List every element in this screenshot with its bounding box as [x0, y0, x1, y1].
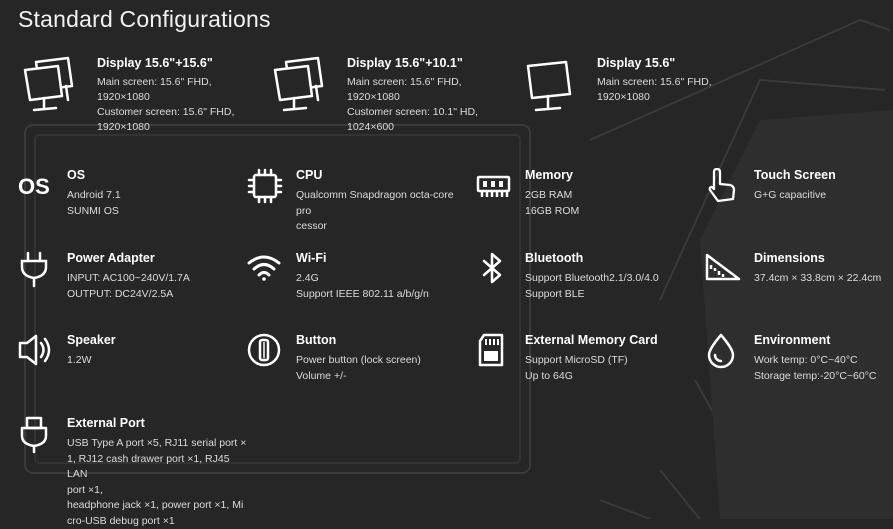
spec-title: Power Adapter — [67, 251, 190, 265]
spec-detail: Up to 64G — [525, 369, 658, 385]
dimensions-icon — [705, 251, 743, 289]
display-detail: Main screen: 15.6" FHD, — [597, 75, 767, 90]
spec-title: Bluetooth — [525, 251, 659, 265]
spec-title: External Memory Card — [525, 333, 658, 347]
spec-title: OS — [67, 168, 121, 182]
spec-detail: OUTPUT: DC24V/2.5A — [67, 287, 190, 303]
spec-detail: 16GB ROM — [525, 204, 579, 220]
spec-detail: headphone jack ×1, power port ×1, Mi — [67, 498, 247, 514]
spec-detail: Android 7.1 — [67, 188, 121, 204]
memory-icon — [476, 168, 514, 206]
cpu-icon — [247, 168, 285, 206]
monitor-icon — [522, 56, 580, 116]
os-icon: OS — [18, 168, 56, 206]
spec-detail: 1, RJ12 cash drawer port ×1, RJ45 LAN — [67, 452, 247, 483]
speaker-icon — [18, 333, 56, 371]
spec-title: CPU — [296, 168, 457, 182]
spec-detail: 2.4G — [296, 271, 429, 287]
spec-detail: G+G capacitive — [754, 188, 836, 204]
dual-monitor-icon — [22, 56, 80, 116]
touch-hand-icon — [705, 168, 743, 206]
spec-detail: Volume +/- — [296, 369, 421, 385]
spec-title: Button — [296, 333, 421, 347]
spec-detail: Storage temp:-20°C~60°C — [754, 369, 877, 385]
display-detail: Main screen: 15.6" FHD, — [347, 75, 517, 90]
spec-detail: 2GB RAM — [525, 188, 579, 204]
spec-detail: INPUT: AC100~240V/1.7A — [67, 271, 190, 287]
display-detail: 1920×1080 — [597, 90, 767, 105]
spec-detail: cro-USB debug port ×1 — [67, 514, 247, 529]
spec-detail: Power button (lock screen) — [296, 353, 421, 369]
display-detail: 1920×1080 — [347, 90, 517, 105]
spec-title: Wi-Fi — [296, 251, 429, 265]
display-title: Display 15.6"+10.1" — [347, 56, 517, 70]
display-detail: 1920×1080 — [97, 120, 267, 135]
droplet-icon — [705, 333, 743, 371]
spec-detail: cessor — [296, 219, 457, 235]
spec-detail: Support BLE — [525, 287, 659, 303]
spec-title: Touch Screen — [754, 168, 836, 182]
spec-detail: Support MicroSD (TF) — [525, 353, 658, 369]
wifi-icon — [247, 251, 285, 289]
display-title: Display 15.6" — [597, 56, 767, 70]
bluetooth-icon — [476, 251, 514, 289]
button-icon — [247, 333, 285, 371]
spec-detail: Work temp: 0°C~40°C — [754, 353, 877, 369]
spec-title: Memory — [525, 168, 579, 182]
spec-detail: USB Type A port ×5, RJ11 serial port × — [67, 436, 247, 452]
spec-detail: Support IEEE 802.11 a/b/g/n — [296, 287, 429, 303]
dual-monitor-icon — [272, 56, 330, 116]
sd-card-icon — [476, 333, 514, 371]
spec-detail: SUNMI OS — [67, 204, 121, 220]
display-detail: 1920×1080 — [97, 90, 267, 105]
spec-detail: Qualcomm Snapdragon octa-core pro — [296, 188, 457, 219]
display-title: Display 15.6"+15.6" — [97, 56, 267, 70]
display-detail: 1024×600 — [347, 120, 517, 135]
spec-detail: 1.2W — [67, 353, 116, 369]
plug-icon — [18, 251, 56, 289]
display-detail: Main screen: 15.6" FHD, — [97, 75, 267, 90]
spec-title: Speaker — [67, 333, 116, 347]
os-icon-text: OS — [18, 174, 50, 199]
display-detail: Customer screen: 15.6" FHD, — [97, 105, 267, 120]
spec-title: External Port — [67, 416, 247, 430]
page-title: Standard Configurations — [18, 6, 271, 33]
usb-port-icon — [18, 416, 56, 454]
spec-title: Dimensions — [754, 251, 881, 265]
spec-detail: Support Bluetooth2.1/3.0/4.0 — [525, 271, 659, 287]
spec-detail: port ×1, — [67, 483, 247, 499]
spec-title: Environment — [754, 333, 877, 347]
spec-detail: 37.4cm × 33.8cm × 22.4cm — [754, 271, 881, 287]
display-detail: Customer screen: 10.1" HD, — [347, 105, 517, 120]
